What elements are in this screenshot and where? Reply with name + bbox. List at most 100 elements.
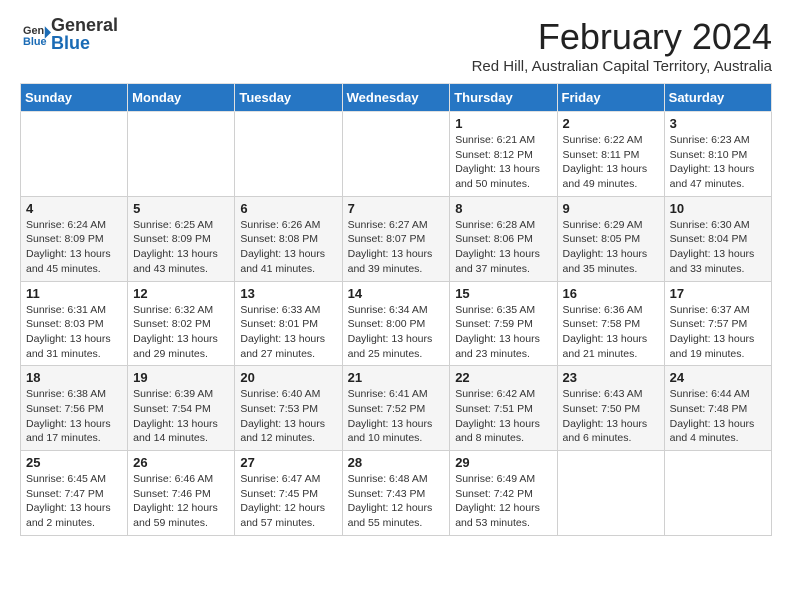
day-info: Sunrise: 6:46 AMSunset: 7:46 PMDaylight:… bbox=[133, 472, 229, 531]
day-number: 7 bbox=[348, 201, 445, 216]
day-info: Sunrise: 6:27 AMSunset: 8:07 PMDaylight:… bbox=[348, 218, 445, 277]
calendar-cell bbox=[128, 112, 235, 197]
calendar-cell: 17Sunrise: 6:37 AMSunset: 7:57 PMDayligh… bbox=[664, 281, 771, 366]
day-info: Sunrise: 6:24 AMSunset: 8:09 PMDaylight:… bbox=[26, 218, 122, 277]
logo-blue: Blue bbox=[51, 34, 118, 52]
day-number: 21 bbox=[348, 370, 445, 385]
day-info: Sunrise: 6:36 AMSunset: 7:58 PMDaylight:… bbox=[563, 303, 659, 362]
day-number: 22 bbox=[455, 370, 551, 385]
calendar-cell: 16 Sunrise: 6:36 AMSunset: 7:58 PMDayligh… bbox=[557, 281, 664, 366]
day-number: 10 bbox=[670, 201, 766, 216]
day-number: 24 bbox=[670, 370, 766, 385]
day-number: 4 bbox=[26, 201, 122, 216]
day-number: 28 bbox=[348, 455, 445, 470]
day-number: 26 bbox=[133, 455, 229, 470]
day-info: Sunrise: 6:30 AMSunset: 8:04 PMDaylight:… bbox=[670, 218, 766, 277]
day-number: 17 bbox=[670, 286, 766, 301]
weekday-header: Thursday bbox=[450, 84, 557, 112]
day-info: Sunrise: 6:33 AMSunset: 8:01 PMDaylight:… bbox=[240, 303, 336, 362]
calendar-cell: 3 Sunrise: 6:23 AMSunset: 8:10 PMDaylight… bbox=[664, 112, 771, 197]
day-number: 2 bbox=[563, 116, 659, 131]
calendar-cell: 13 Sunrise: 6:33 AMSunset: 8:01 PMDayligh… bbox=[235, 281, 342, 366]
calendar-cell: 2 Sunrise: 6:22 AMSunset: 8:11 PMDaylight… bbox=[557, 112, 664, 197]
day-number: 9 bbox=[563, 201, 659, 216]
calendar-cell: 8Sunrise: 6:28 AMSunset: 8:06 PMDaylight… bbox=[450, 196, 557, 281]
day-number: 3 bbox=[670, 116, 766, 131]
calendar-cell: 11 Sunrise: 6:31 AMSunset: 8:03 PMDayligh… bbox=[21, 281, 128, 366]
day-number: 1 bbox=[455, 116, 551, 131]
day-info: Sunrise: 6:34 AMSunset: 8:00 PMDaylight:… bbox=[348, 303, 445, 362]
calendar-cell: 28 Sunrise: 6:48 AMSunset: 7:43 PMDayligh… bbox=[342, 451, 450, 536]
weekday-header: Sunday bbox=[21, 84, 128, 112]
day-number: 11 bbox=[26, 286, 122, 301]
calendar-header-row: SundayMondayTuesdayWednesdayThursdayFrid… bbox=[21, 84, 772, 112]
calendar-week-row: 1Sunrise: 6:21 AMSunset: 8:12 PMDaylight… bbox=[21, 112, 772, 197]
calendar-cell: 25 Sunrise: 6:45 AMSunset: 7:47 PMDayligh… bbox=[21, 451, 128, 536]
calendar-cell: 29 Sunrise: 6:49 AMSunset: 7:42 PMDayligh… bbox=[450, 451, 557, 536]
day-number: 25 bbox=[26, 455, 122, 470]
svg-text:Blue: Blue bbox=[23, 36, 47, 48]
day-number: 16 bbox=[563, 286, 659, 301]
weekday-header: Tuesday bbox=[235, 84, 342, 112]
calendar-cell bbox=[21, 112, 128, 197]
page-header: Gen Blue General Blue February 2024 Red … bbox=[20, 16, 772, 75]
calendar-table: SundayMondayTuesdayWednesdayThursdayFrid… bbox=[20, 83, 772, 536]
day-info: Sunrise: 6:42 AMSunset: 7:51 PMDaylight:… bbox=[455, 387, 551, 446]
day-info: Sunrise: 6:48 AMSunset: 7:43 PMDaylight:… bbox=[348, 472, 445, 531]
calendar-cell bbox=[342, 112, 450, 197]
day-info: Sunrise: 6:22 AMSunset: 8:11 PMDaylight:… bbox=[563, 133, 659, 192]
day-number: 13 bbox=[240, 286, 336, 301]
calendar-cell: 27 Sunrise: 6:47 AMSunset: 7:45 PMDayligh… bbox=[235, 451, 342, 536]
weekday-header: Wednesday bbox=[342, 84, 450, 112]
calendar-cell: 4 Sunrise: 6:24 AMSunset: 8:09 PMDaylight… bbox=[21, 196, 128, 281]
calendar-cell: 23 Sunrise: 6:43 AMSunset: 7:50 PMDayligh… bbox=[557, 366, 664, 451]
weekday-header: Monday bbox=[128, 84, 235, 112]
day-number: 15 bbox=[455, 286, 551, 301]
calendar-week-row: 11 Sunrise: 6:31 AMSunset: 8:03 PMDayligh… bbox=[21, 281, 772, 366]
calendar-week-row: 4 Sunrise: 6:24 AMSunset: 8:09 PMDaylight… bbox=[21, 196, 772, 281]
calendar-cell: 1Sunrise: 6:21 AMSunset: 8:12 PMDaylight… bbox=[450, 112, 557, 197]
calendar-cell: 14 Sunrise: 6:34 AMSunset: 8:00 PMDayligh… bbox=[342, 281, 450, 366]
day-info: Sunrise: 6:49 AMSunset: 7:42 PMDaylight:… bbox=[455, 472, 551, 531]
day-info: Sunrise: 6:38 AMSunset: 7:56 PMDaylight:… bbox=[26, 387, 122, 446]
logo-icon: Gen Blue bbox=[23, 20, 51, 48]
weekday-header: Saturday bbox=[664, 84, 771, 112]
calendar-cell: 24Sunrise: 6:44 AMSunset: 7:48 PMDayligh… bbox=[664, 366, 771, 451]
calendar-cell: 20Sunrise: 6:40 AMSunset: 7:53 PMDayligh… bbox=[235, 366, 342, 451]
logo-general: General bbox=[51, 16, 118, 34]
logo-text: General Blue bbox=[51, 16, 118, 52]
calendar-cell: 6 Sunrise: 6:26 AMSunset: 8:08 PMDaylight… bbox=[235, 196, 342, 281]
day-number: 6 bbox=[240, 201, 336, 216]
day-number: 8 bbox=[455, 201, 551, 216]
calendar-cell: 5Sunrise: 6:25 AMSunset: 8:09 PMDaylight… bbox=[128, 196, 235, 281]
calendar-cell: 22 Sunrise: 6:42 AMSunset: 7:51 PMDayligh… bbox=[450, 366, 557, 451]
weekday-header: Friday bbox=[557, 84, 664, 112]
day-number: 27 bbox=[240, 455, 336, 470]
calendar-cell: 7 Sunrise: 6:27 AMSunset: 8:07 PMDaylight… bbox=[342, 196, 450, 281]
calendar-cell: 9 Sunrise: 6:29 AMSunset: 8:05 PMDaylight… bbox=[557, 196, 664, 281]
day-number: 23 bbox=[563, 370, 659, 385]
day-info: Sunrise: 6:31 AMSunset: 8:03 PMDaylight:… bbox=[26, 303, 122, 362]
day-number: 29 bbox=[455, 455, 551, 470]
day-number: 19 bbox=[133, 370, 229, 385]
calendar-cell: 21 Sunrise: 6:41 AMSunset: 7:52 PMDayligh… bbox=[342, 366, 450, 451]
day-number: 14 bbox=[348, 286, 445, 301]
calendar-cell: 18Sunrise: 6:38 AMSunset: 7:56 PMDayligh… bbox=[21, 366, 128, 451]
day-info: Sunrise: 6:32 AMSunset: 8:02 PMDaylight:… bbox=[133, 303, 229, 362]
day-info: Sunrise: 6:47 AMSunset: 7:45 PMDaylight:… bbox=[240, 472, 336, 531]
day-info: Sunrise: 6:29 AMSunset: 8:05 PMDaylight:… bbox=[563, 218, 659, 277]
calendar-week-row: 25 Sunrise: 6:45 AMSunset: 7:47 PMDayligh… bbox=[21, 451, 772, 536]
calendar-week-row: 18Sunrise: 6:38 AMSunset: 7:56 PMDayligh… bbox=[21, 366, 772, 451]
day-info: Sunrise: 6:23 AMSunset: 8:10 PMDaylight:… bbox=[670, 133, 766, 192]
calendar-cell: 19Sunrise: 6:39 AMSunset: 7:54 PMDayligh… bbox=[128, 366, 235, 451]
month-title: February 2024 bbox=[472, 16, 772, 58]
day-info: Sunrise: 6:45 AMSunset: 7:47 PMDaylight:… bbox=[26, 472, 122, 531]
calendar-cell: 12Sunrise: 6:32 AMSunset: 8:02 PMDayligh… bbox=[128, 281, 235, 366]
day-info: Sunrise: 6:35 AMSunset: 7:59 PMDaylight:… bbox=[455, 303, 551, 362]
calendar-cell: 26 Sunrise: 6:46 AMSunset: 7:46 PMDayligh… bbox=[128, 451, 235, 536]
day-info: Sunrise: 6:43 AMSunset: 7:50 PMDaylight:… bbox=[563, 387, 659, 446]
day-info: Sunrise: 6:41 AMSunset: 7:52 PMDaylight:… bbox=[348, 387, 445, 446]
day-info: Sunrise: 6:25 AMSunset: 8:09 PMDaylight:… bbox=[133, 218, 229, 277]
day-info: Sunrise: 6:26 AMSunset: 8:08 PMDaylight:… bbox=[240, 218, 336, 277]
calendar-cell bbox=[664, 451, 771, 536]
